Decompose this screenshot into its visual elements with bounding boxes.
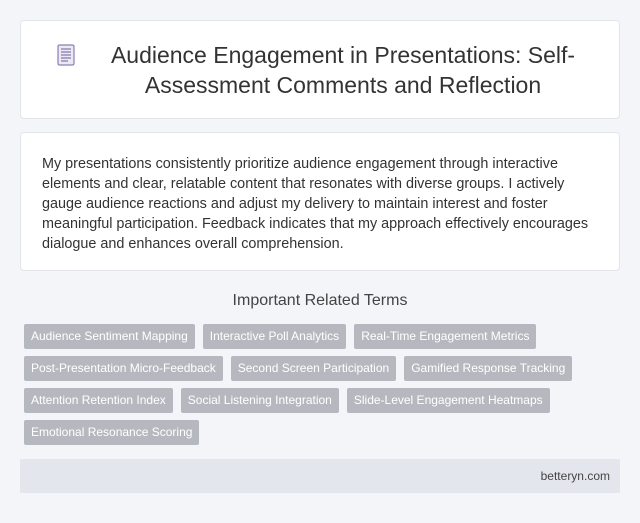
related-terms-heading: Important Related Terms	[232, 292, 408, 309]
term-tag[interactable]: Emotional Resonance Scoring	[24, 420, 200, 445]
term-tag[interactable]: Audience Sentiment Mapping	[24, 324, 195, 349]
related-terms-list: Audience Sentiment Mapping Interactive P…	[24, 324, 584, 452]
page-title: Audience Engagement in Presentations: Se…	[110, 41, 576, 98]
term-tag[interactable]: Gamified Response Tracking	[404, 356, 573, 381]
footer: betteryn.com	[20, 459, 620, 493]
term-tag[interactable]: Real-Time Engagement Metrics	[354, 324, 537, 349]
title-card: Audience Engagement in Presentations: Se…	[20, 20, 620, 119]
term-tag[interactable]: Attention Retention Index	[24, 388, 173, 413]
footer-site-link[interactable]: betteryn.com	[541, 469, 610, 483]
term-tag[interactable]: Second Screen Participation	[230, 356, 397, 381]
document-icon	[47, 43, 85, 70]
reflection-text: My presentations consistently prioritize…	[42, 156, 589, 252]
term-tag[interactable]: Slide-Level Engagement Heatmaps	[346, 388, 550, 413]
term-tag[interactable]: Interactive Poll Analytics	[202, 324, 347, 349]
title-wrap: Audience Engagement in Presentations: Se…	[47, 40, 593, 100]
term-tag[interactable]: Social Listening Integration	[180, 388, 339, 413]
term-tag[interactable]: Post-Presentation Micro-Feedback	[24, 356, 223, 381]
reflection-card: My presentations consistently prioritize…	[20, 132, 620, 271]
